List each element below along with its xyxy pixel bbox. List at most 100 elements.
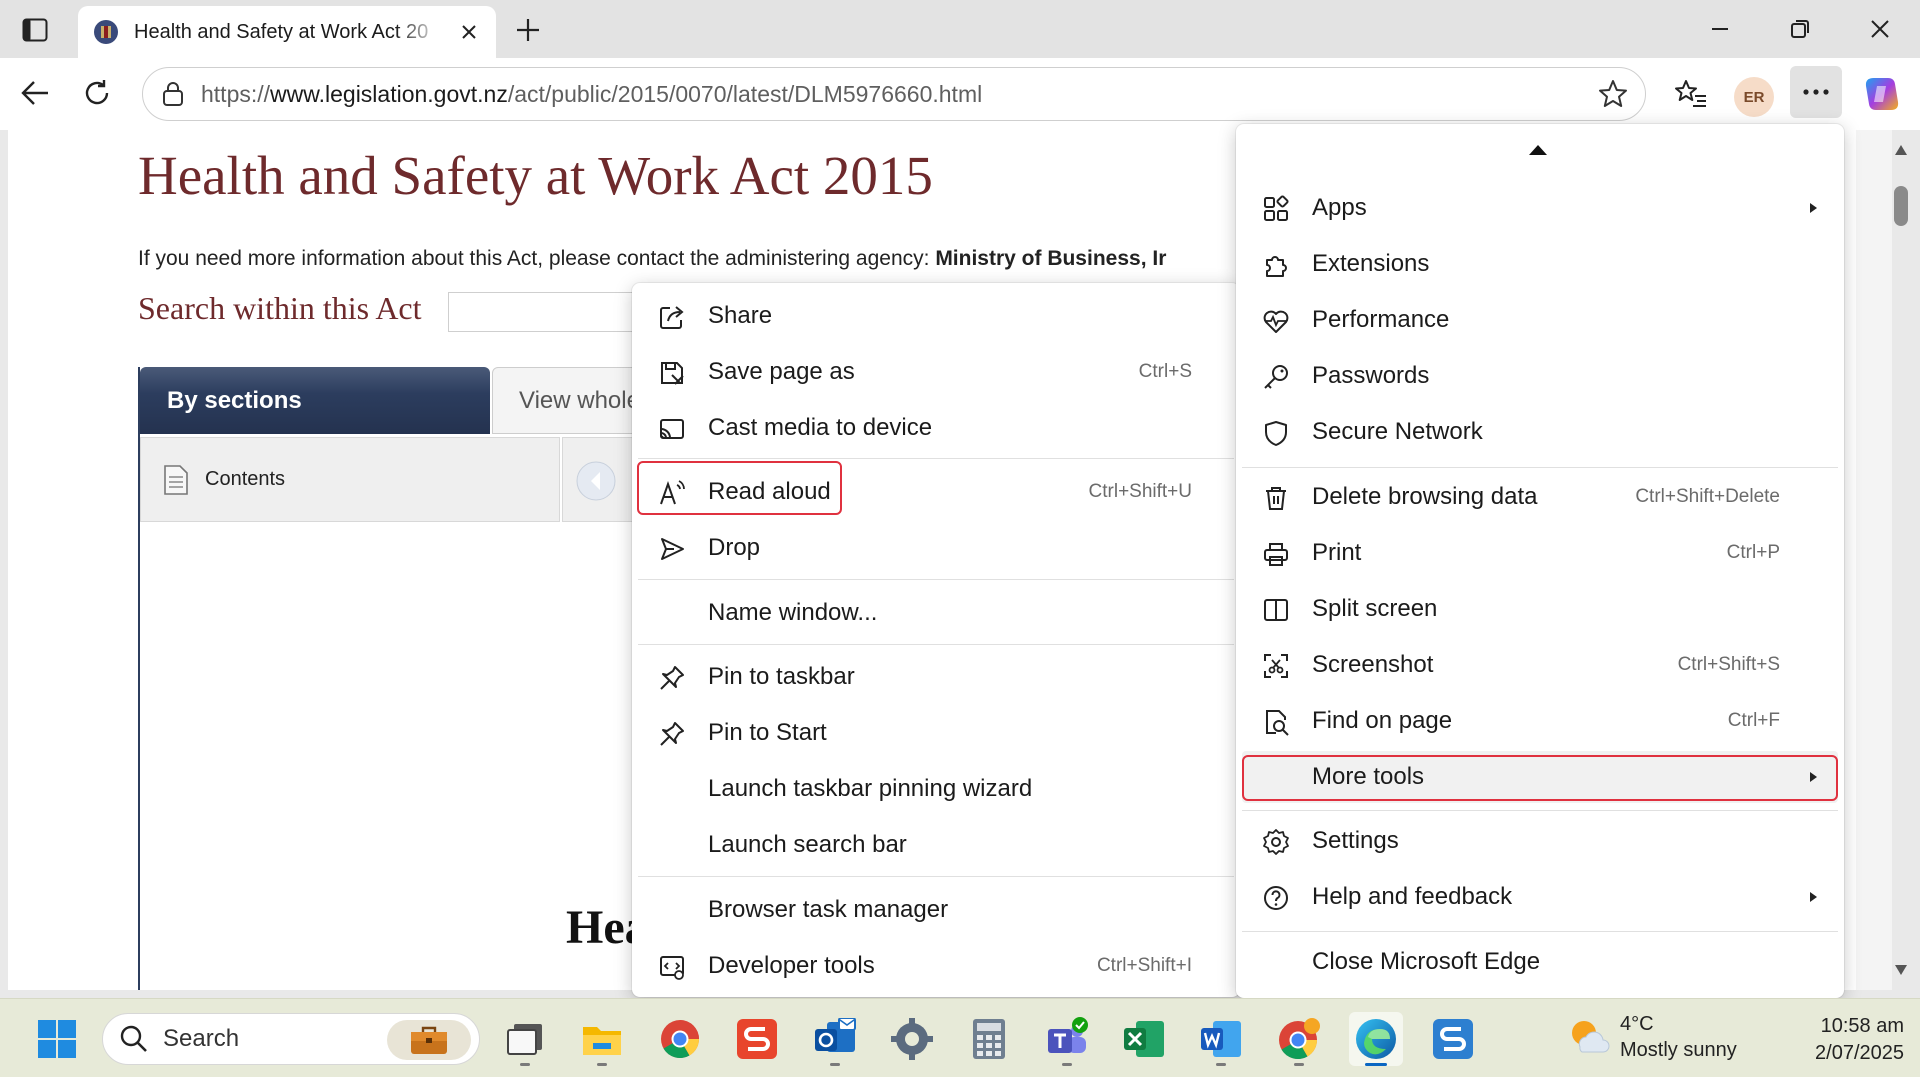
find-icon [1262,708,1290,736]
running-indicator [1365,1063,1387,1066]
back-button[interactable] [12,70,58,116]
submenu-arrow-icon [1806,770,1820,784]
menu-item-label: Pin to taskbar [708,663,855,690]
taskbar-excel[interactable] [1117,1012,1171,1066]
taskbar-outlook[interactable] [808,1012,862,1066]
menu-item-extensions[interactable]: Extensions [1242,238,1838,290]
menu-item-label: Developer tools [708,952,875,979]
menu-item-save-page-as[interactable]: Save page as Ctrl+S [638,346,1234,398]
scroll-up-arrow-icon[interactable] [1894,144,1908,156]
weather-widget[interactable]: 4°C Mostly sunny [1566,1013,1766,1065]
menu-scroll-up-arrow-icon[interactable] [1528,144,1548,156]
running-indicator [520,1063,530,1066]
restore-button[interactable] [1770,8,1830,50]
navigation-bar: https://www.legislation.govt.nz/act/publ… [0,58,1920,130]
menu-item-screenshot[interactable]: Screenshot Ctrl+Shift+S [1242,639,1838,691]
url-scheme: https:// [201,80,271,107]
menu-item-shortcut: Ctrl+P [1726,542,1780,563]
settings-and-more-menu: Apps Extensions Performance Passwords Se… [1236,124,1844,998]
new-tab-button[interactable] [508,10,548,50]
menu-item-performance[interactable]: Performance [1242,294,1838,346]
taskbar-edge[interactable] [1349,1012,1403,1066]
settings-and-more-button[interactable] [1790,66,1842,118]
menu-item-developer-tools[interactable]: Developer tools Ctrl+Shift+I [638,940,1234,992]
menu-item-cast-media[interactable]: Cast media to device [638,402,1234,454]
menu-item-help-and-feedback[interactable]: Help and feedback [1242,871,1838,923]
url-text[interactable]: https://www.legislation.govt.nz/act/publ… [201,81,982,108]
extensions-icon [1262,251,1290,279]
menu-item-label: Launch taskbar pinning wizard [708,775,1033,802]
taskbar-snagit-editor[interactable] [1426,1012,1480,1066]
menu-item-browser-task-manager[interactable]: Browser task manager [638,884,1234,936]
menu-item-shortcut: Ctrl+Shift+Delete [1635,486,1780,507]
menu-item-passwords[interactable]: Passwords [1242,350,1838,402]
menu-item-drop[interactable]: Drop [638,522,1234,574]
browser-tab[interactable]: Health and Safety at Work Act 20 [78,6,496,58]
menu-item-apps[interactable]: Apps [1242,182,1838,234]
taskbar-chrome-profile[interactable] [1272,1012,1326,1066]
menu-item-close-edge[interactable]: Close Microsoft Edge [1242,936,1838,988]
menu-item-settings[interactable]: Settings [1242,815,1838,867]
scrollbar-thumb[interactable] [1894,186,1908,226]
menu-separator [638,458,1234,459]
tab-actions-button[interactable] [14,12,56,48]
menu-item-delete-browsing-data[interactable]: Delete browsing data Ctrl+Shift+Delete [1242,471,1838,523]
taskbar-file-explorer[interactable] [575,1012,629,1066]
scroll-down-arrow-icon[interactable] [1894,964,1908,976]
menu-item-pin-to-start[interactable]: Pin to Start [638,707,1234,759]
restore-icon [1789,18,1811,40]
excel-icon [1122,1018,1166,1060]
minimize-button[interactable] [1690,8,1750,50]
menu-item-shortcut: Ctrl+Shift+I [1096,955,1192,976]
menu-separator [638,876,1234,877]
taskbar-calculator[interactable] [962,1012,1016,1066]
close-tab-icon[interactable] [456,19,482,45]
add-favorite-star-icon[interactable] [1597,78,1629,110]
contents-button[interactable]: Contents [140,437,560,522]
menu-item-share[interactable]: Share [638,290,1234,342]
agency-name-link[interactable]: Ministry of Business, Ir [935,247,1166,270]
menu-item-label: Delete browsing data [1312,483,1538,510]
menu-item-label: Print [1312,539,1362,566]
menu-item-more-tools[interactable]: More tools [1242,751,1838,803]
menu-item-label: More tools [1312,763,1425,790]
menu-item-taskbar-pinning-wizard[interactable]: Launch taskbar pinning wizard [638,763,1234,815]
search-within-input[interactable] [448,292,648,332]
favorites-button[interactable] [1668,70,1714,116]
close-window-button[interactable] [1850,8,1910,50]
copilot-icon[interactable] [1862,74,1902,114]
refresh-button[interactable] [74,70,120,116]
clock[interactable]: 10:58 am 2/07/2025 [1780,1013,1904,1067]
taskbar-teams[interactable] [1040,1012,1094,1066]
previous-arrow-icon[interactable] [575,460,617,502]
menu-item-launch-search-bar[interactable]: Launch search bar [638,819,1234,871]
menu-item-name-window[interactable]: Name window... [638,587,1234,639]
tab-by-sections[interactable]: By sections [140,367,490,434]
taskbar-word[interactable] [1194,1012,1248,1066]
menu-item-secure-network[interactable]: Secure Network [1242,406,1838,458]
taskbar-chrome[interactable] [653,1012,707,1066]
address-bar[interactable]: https://www.legislation.govt.nz/act/publ… [142,67,1646,121]
menu-item-find-on-page[interactable]: Find on page Ctrl+F [1242,695,1838,747]
start-button[interactable] [30,1012,84,1066]
send-icon [658,535,686,563]
menu-item-split-screen[interactable]: Split screen [1242,583,1838,635]
taskbar-task-view[interactable] [498,1012,552,1066]
apps-icon [1262,195,1290,223]
profile-avatar[interactable]: ER [1734,77,1774,117]
nz-coat-of-arms-icon [92,18,120,46]
windows-taskbar: Search 4°C Mostly sunny 10:58 am 2/07/20… [0,998,1920,1077]
lock-icon[interactable] [157,78,189,110]
menu-item-pin-to-taskbar[interactable]: Pin to taskbar [638,651,1234,703]
snagit-icon [736,1018,778,1060]
favorites-list-icon [1674,78,1708,108]
taskbar-snagit[interactable] [730,1012,784,1066]
taskbar-search[interactable]: Search [102,1013,480,1065]
taskbar-settings[interactable] [885,1012,939,1066]
menu-separator [1242,810,1838,811]
menu-item-print[interactable]: Print Ctrl+P [1242,527,1838,579]
menu-item-label: Help and feedback [1312,883,1513,910]
page-scrollbar[interactable] [1856,130,1892,990]
menu-item-label: Secure Network [1312,418,1483,445]
menu-item-read-aloud[interactable]: Read aloud Ctrl+Shift+U [638,466,1234,518]
